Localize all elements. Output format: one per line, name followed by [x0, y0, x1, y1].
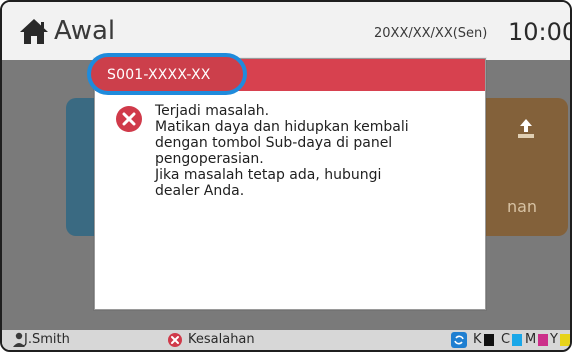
dialog-body: Terjadi masalah. Matikan daya dan hidupk…: [95, 91, 485, 199]
top-bar: Awal 20XX/XX/XX(Sen) 10:00: [2, 2, 570, 60]
date-display: 20XX/XX/XX(Sen): [374, 26, 488, 41]
message-line-2: Matikan daya dan hidupkan kembali: [155, 119, 409, 135]
ink-m-label: M: [525, 332, 537, 347]
upload-icon: [518, 119, 534, 138]
ink-y-bar: [559, 333, 570, 346]
message-line-1: Terjadi masalah.: [155, 103, 270, 119]
ink-m-bar: [538, 333, 549, 346]
screen: Awal 20XX/XX/XX(Sen) 10:00 Fot nan S001-…: [0, 0, 572, 352]
ink-k: K: [473, 332, 494, 347]
home-tile-right[interactable]: nan: [476, 98, 568, 236]
home-icon[interactable]: [18, 16, 50, 46]
ink-y: Y: [550, 332, 570, 347]
page-title: Awal: [54, 16, 116, 46]
ink-c: C: [501, 332, 523, 347]
ink-y-label: Y: [550, 332, 558, 347]
ink-m: M: [525, 332, 549, 347]
ink-c-bar: [512, 333, 523, 346]
error-dialog: S001-XXXX-XX Terjadi masalah. Matikan da…: [87, 53, 486, 310]
status-bar: J.Smith Kesalahan K C M Y: [2, 330, 570, 350]
ink-c-label: C: [501, 332, 511, 347]
error-status-icon: [168, 333, 182, 347]
ink-refresh-icon[interactable]: [451, 332, 467, 348]
message-line-6: dealer Anda.: [155, 183, 245, 199]
message-line-3: dengan tombol Sub-daya di panel: [155, 135, 393, 151]
time-display: 10:00: [508, 18, 572, 46]
status-text: Kesalahan: [188, 332, 255, 347]
message-line-4: pengoperasian.: [155, 151, 264, 167]
message-line-5: Jika masalah tetap ada, hubungi: [155, 167, 382, 183]
tile-label-right: nan: [506, 197, 538, 216]
error-code: S001-XXXX-XX: [107, 67, 211, 83]
dialog-header: S001-XXXX-XX: [87, 53, 485, 95]
ink-k-bar: [483, 333, 494, 346]
error-icon: [116, 106, 142, 132]
error-code-highlight: S001-XXXX-XX: [87, 53, 247, 95]
ink-k-label: K: [473, 332, 482, 347]
user-name[interactable]: J.Smith: [24, 332, 70, 347]
